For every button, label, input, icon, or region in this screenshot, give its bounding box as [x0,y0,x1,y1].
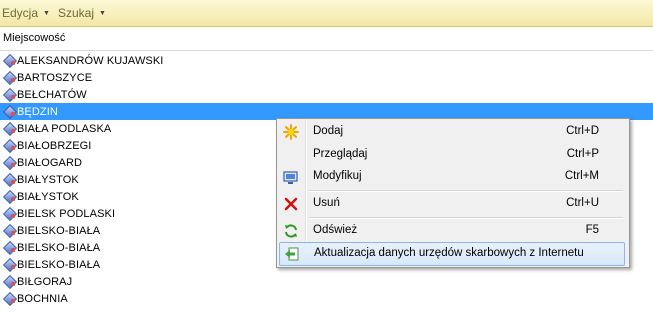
menu-separator [309,190,623,192]
city-item-icon [2,103,16,120]
city-item-icon [2,222,16,239]
chevron-down-icon: ▼ [43,9,50,17]
menu-szukaj[interactable]: Szukaj ▼ [56,0,112,26]
menu-separator [309,217,623,219]
list-item[interactable]: BIŁGORAJ [0,273,653,290]
menubar: Edycja ▼ Szukaj ▼ [0,0,653,27]
refresh-icon [279,220,303,242]
context-menu-item-label: Modyfikuj [313,170,362,182]
city-item-icon [2,154,16,171]
city-item-icon [2,188,16,205]
shortcut-label: Ctrl+D [566,125,599,137]
add-star-icon [279,121,303,143]
city-item-icon [2,273,16,290]
shortcut-label: Ctrl+P [566,148,599,160]
delete-x-icon [279,193,303,215]
list-item-label: BARTOSZYCE [17,71,93,84]
list-item-label: BIELSKO-BIAŁA [17,258,101,271]
context-menu-item-label: Usuń [313,197,340,209]
context-menu-item-label: Przeglądaj [313,148,368,160]
menu-edycja[interactable]: Edycja ▼ [0,0,56,26]
list-item-label: BIAŁYSTOK [17,173,79,186]
list-item[interactable]: BEŁCHATÓW [0,86,653,103]
city-item-icon [2,290,16,307]
city-item-icon [2,86,16,103]
context-menu-item-label: Dodaj [313,125,344,137]
menu-szukaj-label: Szukaj [57,6,94,20]
list-item-label: BIELSK PODLASKI [17,207,116,220]
list-item-label: BOCHNIA [17,292,68,305]
column-header-miejscowosc[interactable]: Miejscowość [0,27,653,51]
edit-monitor-icon [279,166,303,188]
update-arrow-icon [280,243,304,265]
context-menu-item-dodaj[interactable]: Dodaj Ctrl+D [279,121,625,143]
list-item[interactable]: BOCHNIA [0,290,653,307]
shortcut-label: Ctrl+U [566,197,599,209]
list-item-label: ALEKSANDRÓW KUJAWSKI [17,54,164,67]
context-menu-item-odswiez[interactable]: Odśwież F5 [279,220,625,242]
list-item-label: BIELSKO-BIAŁA [17,224,101,237]
city-item-icon [2,52,16,69]
context-menu-item-usun[interactable]: Usuń Ctrl+U [279,193,625,215]
chevron-down-icon: ▼ [99,9,106,17]
menu-edycja-label: Edycja [2,6,39,20]
city-item-icon [2,137,16,154]
context-menu-item-aktualizacja[interactable]: Aktualizacja danych urzędów skarbowych z… [279,242,625,266]
city-item-icon [2,120,16,137]
context-menu: Dodaj Ctrl+D Przeglądaj Ctrl+P Modyfikuj… [276,118,630,268]
context-menu-item-label: Odśwież [313,224,358,236]
context-menu-item-przegladaj[interactable]: Przeglądaj Ctrl+P [279,144,625,166]
shortcut-label: F5 [585,224,599,236]
list-item-label: BIELSKO-BIAŁA [17,241,101,254]
city-item-icon [2,256,16,273]
city-item-icon [2,239,16,256]
shortcut-label: Ctrl+M [564,170,599,182]
list-item-label: BIAŁOGARD [17,156,83,169]
city-item-icon [2,69,16,86]
city-item-icon [2,205,16,222]
context-menu-item-label: Aktualizacja danych urzędów skarbowych z… [314,247,584,259]
context-menu-item-modyfikuj[interactable]: Modyfikuj Ctrl+M [279,166,625,188]
list-item-label: BIAŁYSTOK [17,190,79,203]
column-header-label: Miejscowość [3,32,66,44]
list-item-label: BEŁCHATÓW [17,88,87,101]
list-item-label: BIŁGORAJ [17,275,73,288]
list-item[interactable]: BARTOSZYCE [0,69,653,86]
list-item-label: BĘDZIN [16,105,59,118]
list-item-label: BIAŁA PODLASKA [17,122,112,135]
list-item[interactable]: ALEKSANDRÓW KUJAWSKI [0,52,653,69]
list-item-label: BIAŁOBRZEGI [17,139,92,152]
city-item-icon [2,171,16,188]
